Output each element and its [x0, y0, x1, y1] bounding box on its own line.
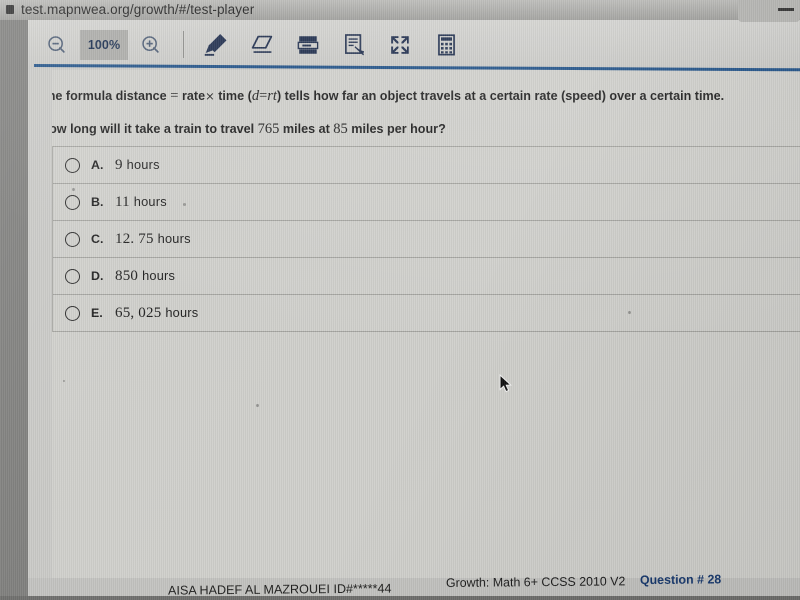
test-name-label: Growth: Math 6+ CCSS 2010 V2 [445, 574, 626, 590]
stem-text-a: The formula distance [52, 89, 167, 103]
stem-text-b: rate [181, 89, 206, 103]
answer-text-b: 11 hours [115, 193, 167, 210]
zoom-level-label[interactable]: 100% [80, 29, 128, 60]
answer-option-a[interactable]: A. 9 hours [53, 147, 800, 184]
calculator-icon[interactable] [423, 25, 469, 65]
test-toolbar: 100% [28, 20, 800, 69]
stem-text-c: time ( [218, 89, 252, 103]
screen-photo: test.mapnwea.org/growth/#/test-player 10… [0, 0, 800, 600]
stem-var-rt: rt [267, 88, 277, 104]
answer-letter-e: E. [91, 306, 103, 320]
zoom-controls: 100% [34, 25, 174, 65]
stem2-number-85: 85 [333, 121, 348, 137]
stem2-text-c: miles per hour? [351, 122, 446, 136]
magnifier-minus-icon[interactable] [34, 25, 80, 65]
question-stem-line-1: The formula distance = rate× time (d=rt)… [52, 87, 780, 107]
stem2-text-b: miles at [282, 122, 330, 136]
notepad-icon[interactable] [331, 25, 377, 65]
answer-text-e: 65, 025 hours [115, 304, 199, 321]
answer-option-d[interactable]: D. 850 hours [53, 258, 800, 295]
stem-times-symbol: × [205, 89, 215, 103]
answer-letter-b: B. [91, 195, 104, 209]
radio-button-c[interactable] [65, 231, 80, 247]
answer-option-b[interactable]: B. 11 hours [53, 184, 800, 221]
answer-choice-list: A. 9 hours B. 11 hours C. 12. 75 hours D… [52, 146, 800, 332]
stem2-number-765: 765 [257, 121, 280, 137]
answer-text-c: 12. 75 hours [115, 230, 191, 247]
radio-button-e[interactable] [65, 305, 80, 321]
url-text: test.mapnwea.org/growth/#/test-player [21, 1, 255, 17]
highlighter-icon[interactable] [193, 25, 239, 65]
answer-option-e[interactable]: E. 65, 025 hours [53, 295, 800, 332]
radio-button-d[interactable] [65, 268, 80, 284]
magnifier-plus-icon[interactable] [128, 25, 174, 65]
answer-option-c[interactable]: C. 12. 75 hours [53, 221, 800, 258]
cross-out-icon[interactable] [377, 25, 423, 65]
radio-button-a[interactable] [65, 157, 80, 173]
question-number-label: Question # 28 [639, 572, 722, 588]
radio-button-b[interactable] [65, 194, 80, 210]
answer-letter-d: D. [91, 269, 104, 283]
stem-var-d: d [251, 88, 260, 104]
answer-letter-a: A. [91, 158, 104, 172]
answer-text-a: 9 hours [115, 156, 160, 173]
next-question-button[interactable] [738, 0, 800, 22]
answer-text-d: 850 hours [115, 267, 176, 284]
screen-bezel-bottom [0, 596, 800, 600]
tab-favicon-icon [6, 4, 14, 14]
toolbar-separator [183, 31, 184, 58]
address-bar[interactable]: test.mapnwea.org/growth/#/test-player [0, 0, 420, 19]
eraser-icon[interactable] [239, 25, 285, 65]
stem2-text-a: How long will it take a train to travel [52, 122, 255, 136]
answer-letter-c: C. [91, 232, 104, 246]
question-panel: The formula distance = rate× time (d=rt)… [52, 70, 800, 578]
stem-equals-1: = [170, 88, 179, 104]
stem-text-e: ) tells how far an object travels at a c… [276, 89, 725, 103]
line-reader-icon[interactable] [285, 25, 331, 65]
screen-bezel-left [0, 20, 28, 600]
question-stem-line-2: How long will it take a train to travel … [52, 121, 780, 138]
